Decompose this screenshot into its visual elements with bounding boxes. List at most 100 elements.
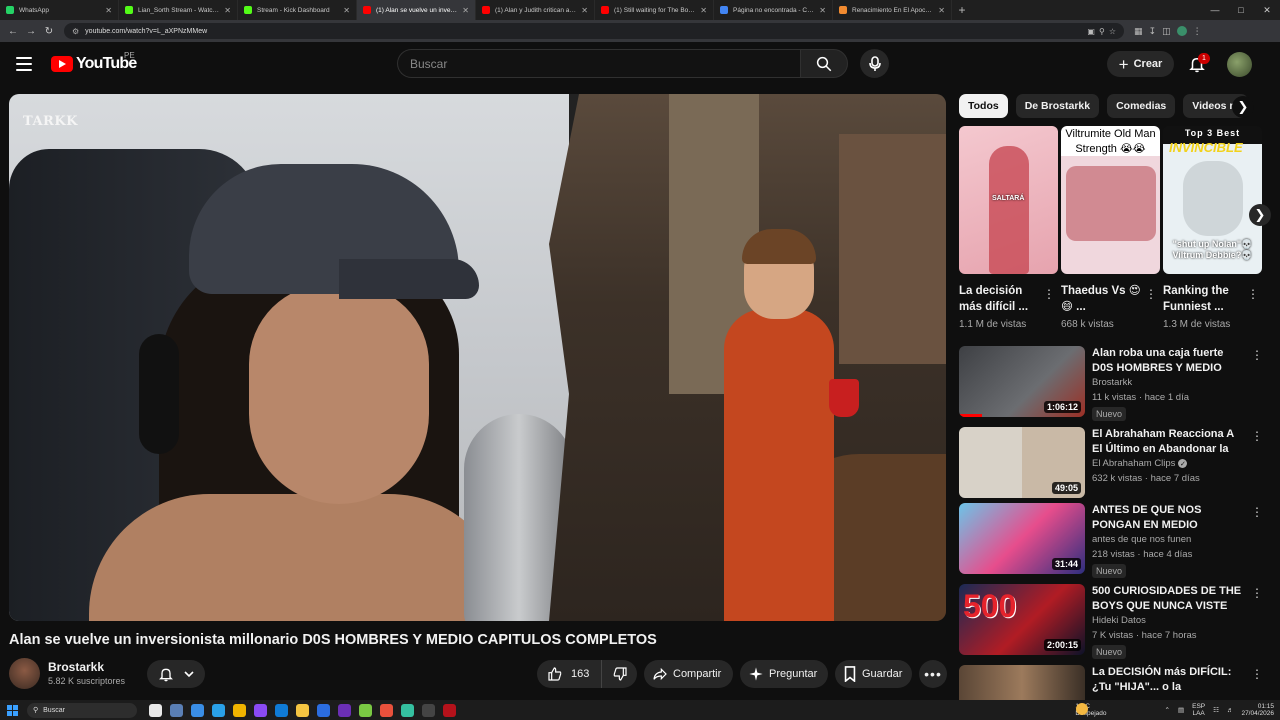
- video-title[interactable]: 500 CURIOSIDADES DE THE BOYS QUE NUNCA V…: [1092, 584, 1242, 614]
- browser-tab[interactable]: Página no encontrada - Cuevana ✕: [714, 0, 833, 20]
- close-window-button[interactable]: ✕: [1254, 0, 1280, 20]
- url-input[interactable]: ⚙ youtube.com/watch?v=L_aXPNzMMew ▣ ⚲ ☆: [64, 23, 1124, 39]
- tab-close-icon[interactable]: ✕: [938, 6, 945, 15]
- kebab-menu-icon[interactable]: ⋮: [1251, 348, 1263, 362]
- browser-tab[interactable]: WhatsApp ✕: [0, 0, 119, 20]
- kebab-menu-icon[interactable]: ⋮: [1251, 429, 1263, 443]
- video-thumbnail[interactable]: 49:05: [959, 427, 1085, 498]
- browser-tab[interactable]: (1) Alan y Judith critican a Ch ✕: [476, 0, 595, 20]
- video-thumbnail[interactable]: 500 2:00:15: [959, 584, 1085, 655]
- chrome-icon[interactable]: [380, 703, 393, 717]
- search-input[interactable]: Buscar: [397, 49, 800, 78]
- short-title[interactable]: Ranking the Funniest ...: [1163, 283, 1243, 315]
- kebab-menu-icon[interactable]: ⋮: [1251, 505, 1263, 519]
- start-button[interactable]: [0, 704, 24, 716]
- tab-close-icon[interactable]: ✕: [105, 6, 112, 15]
- channel-name[interactable]: El Abrahaham Clips: [1092, 458, 1175, 469]
- video-player[interactable]: TARKK: [9, 94, 946, 621]
- youtube-logo[interactable]: YouTube PE: [51, 51, 137, 73]
- clock[interactable]: 01:15 27/04/2026: [1241, 703, 1274, 717]
- save-button[interactable]: Guardar: [835, 660, 912, 688]
- app-icon[interactable]: [233, 703, 246, 717]
- kebab-menu-icon[interactable]: ⋮: [1251, 586, 1263, 600]
- subscription-bell-button[interactable]: [147, 660, 205, 688]
- video-thumbnail[interactable]: 1:06:12: [959, 346, 1085, 417]
- channel-avatar[interactable]: [9, 658, 40, 689]
- video-title[interactable]: Alan roba una caja fuerte D0S HOMBRES Y …: [1092, 346, 1242, 376]
- edge-icon[interactable]: [275, 703, 288, 717]
- extensions-icon[interactable]: ▦: [1134, 26, 1143, 37]
- install-icon[interactable]: ▣: [1087, 27, 1095, 36]
- channel-name[interactable]: Brostarkk: [1092, 377, 1132, 388]
- kebab-menu-icon[interactable]: ⋮: [1251, 667, 1263, 681]
- app-icon[interactable]: [191, 703, 204, 717]
- profile-icon[interactable]: [1176, 26, 1187, 36]
- tab-close-icon[interactable]: ✕: [224, 6, 231, 15]
- browser-tab[interactable]: Renacimiento En El Apocalipsis ✕: [833, 0, 952, 20]
- app-icon[interactable]: [401, 703, 414, 717]
- more-actions-button[interactable]: •••: [919, 660, 947, 688]
- app-icon[interactable]: [359, 703, 372, 717]
- browser-menu-icon[interactable]: ⋮: [1193, 26, 1202, 37]
- video-thumbnail[interactable]: 31:44: [959, 503, 1085, 574]
- new-tab-button[interactable]: +: [952, 0, 972, 20]
- browser-tab[interactable]: Stream - Kick Dashboard ✕: [238, 0, 357, 20]
- short-title[interactable]: Thaedus Vs 😍😄 ...: [1061, 283, 1141, 315]
- downloads-icon[interactable]: ↧: [1149, 26, 1157, 37]
- like-button[interactable]: 163: [537, 660, 603, 688]
- ask-button[interactable]: Preguntar: [740, 660, 828, 688]
- forward-icon[interactable]: →: [22, 22, 40, 40]
- app-icon[interactable]: [212, 703, 225, 717]
- minimize-button[interactable]: —: [1202, 0, 1228, 20]
- recommended-video[interactable]: 1:06:12 Alan roba una caja fuerte D0S HOM…: [959, 346, 1264, 422]
- bookmark-star-icon[interactable]: ☆: [1109, 27, 1116, 36]
- search-button[interactable]: [800, 49, 848, 78]
- recommended-video[interactable]: 49:05 El Abrahaham Reacciona A El Último …: [959, 427, 1264, 503]
- app-icon[interactable]: [422, 703, 435, 717]
- short-thumbnail[interactable]: SALTARÁ: [959, 126, 1058, 274]
- recommended-video[interactable]: 500 2:00:15 500 CURIOSIDADES DE THE BOYS Q…: [959, 584, 1264, 660]
- short-thumbnail[interactable]: Viltrumite Old Man Strength 😭😭: [1061, 126, 1160, 274]
- short-thumbnail[interactable]: Top 3 Best INVINCIBLE "shut up Nolan"💀 V…: [1163, 126, 1262, 274]
- taskbar-search[interactable]: ⚲ Buscar: [27, 702, 137, 718]
- tab-close-icon[interactable]: ✕: [581, 6, 588, 15]
- short-card[interactable]: Top 3 Best INVINCIBLE "shut up Nolan"💀 V…: [1163, 126, 1262, 330]
- video-title[interactable]: El Abrahaham Reacciona A El Último en Ab…: [1092, 427, 1242, 457]
- dislike-button[interactable]: [602, 666, 638, 682]
- video-title[interactable]: La DECISIÓN más DIFÍCIL: ¿Tu "HIJA"... o…: [1092, 665, 1242, 695]
- app-icon[interactable]: [317, 703, 330, 717]
- kebab-menu-icon[interactable]: ⋮: [1145, 287, 1157, 301]
- tab-close-icon[interactable]: ✕: [343, 6, 350, 15]
- site-info-icon[interactable]: ⚙: [72, 27, 79, 36]
- language-indicator[interactable]: ESP LAA: [1192, 703, 1205, 717]
- shorts-next-icon[interactable]: ❯: [1249, 204, 1271, 226]
- chevron-up-icon[interactable]: ⌃: [1165, 706, 1170, 714]
- filter-chip[interactable]: De Brostarkk: [1015, 94, 1100, 118]
- channel-name[interactable]: Hideki Datos: [1092, 615, 1146, 626]
- sidebar-icon[interactable]: ◫: [1162, 26, 1171, 37]
- channel-name[interactable]: Brostarkk: [48, 660, 104, 674]
- filter-chip[interactable]: Comedias: [1107, 94, 1176, 118]
- network-icon[interactable]: ▤: [1178, 706, 1184, 714]
- kebab-menu-icon[interactable]: ⋮: [1247, 287, 1259, 301]
- channel-name[interactable]: antes de que nos funen: [1092, 534, 1191, 545]
- recommended-video[interactable]: 31:44 ANTES DE QUE NOS PONGAN EN MEDIO ant…: [959, 503, 1264, 579]
- tab-close-icon[interactable]: ✕: [700, 6, 707, 15]
- volume-icon[interactable]: ♬: [1227, 707, 1234, 714]
- browser-tab[interactable]: (1) Alan se vuelve un inversio ✕: [357, 0, 476, 20]
- filter-chip[interactable]: Todos: [959, 94, 1008, 118]
- app-icon[interactable]: [338, 703, 351, 717]
- menu-icon[interactable]: [16, 57, 32, 71]
- file-explorer-icon[interactable]: [296, 703, 309, 717]
- account-avatar[interactable]: [1227, 52, 1252, 77]
- browser-tab[interactable]: (1) Still waiting for The Boys S5 ✕: [595, 0, 714, 20]
- wifi-icon[interactable]: ☷: [1213, 706, 1219, 714]
- app-icon[interactable]: [443, 703, 456, 717]
- short-card[interactable]: SALTARÁ La decisión más difícil ... 1.1 …: [959, 126, 1058, 330]
- chevron-right-icon[interactable]: ❯: [1232, 96, 1254, 118]
- app-icon[interactable]: [254, 703, 267, 717]
- tab-close-icon[interactable]: ✕: [819, 6, 826, 15]
- app-icon[interactable]: [170, 703, 183, 717]
- share-button[interactable]: Compartir: [644, 660, 733, 688]
- zoom-icon[interactable]: ⚲: [1099, 27, 1105, 36]
